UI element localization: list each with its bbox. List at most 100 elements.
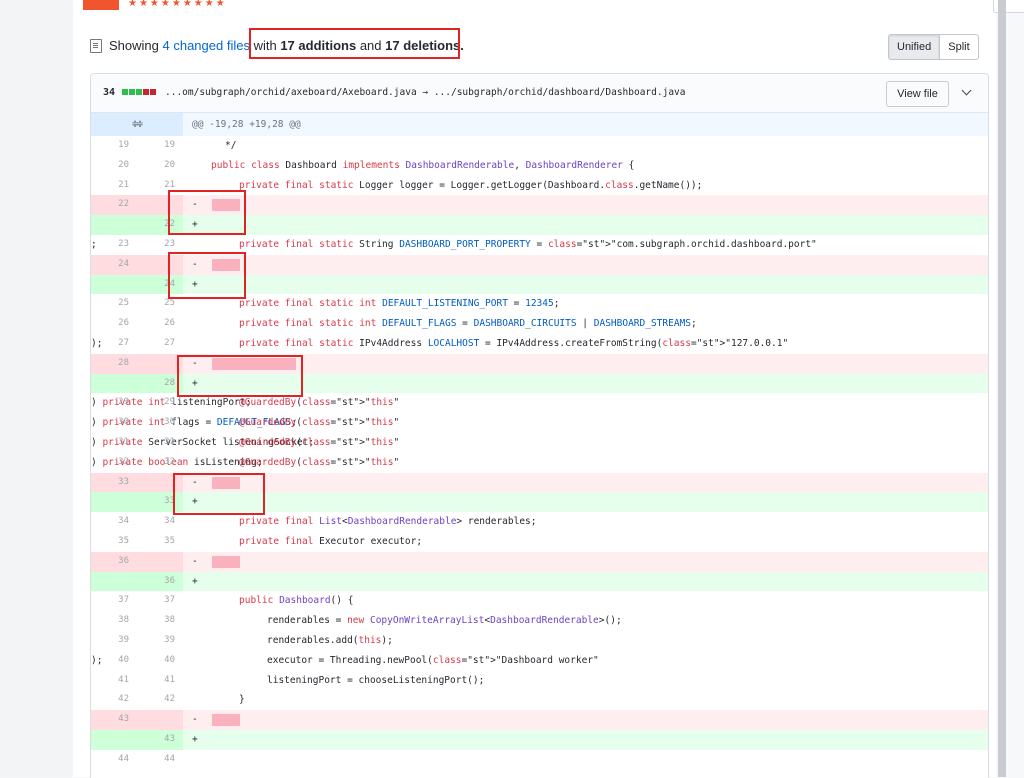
split-view-button[interactable]: Split — [940, 35, 977, 59]
diffstat-bars — [122, 89, 156, 95]
new-line-number[interactable]: 39 — [137, 631, 175, 651]
context-line: 31 31 @GuardedBy(class="st">"this") privat… — [91, 433, 988, 453]
code-text: @GuardedBy(class="st">"this" — [239, 456, 400, 468]
new-line-number[interactable]: 32 — [137, 453, 175, 473]
new-line-number[interactable]: 33 — [137, 492, 175, 512]
redacted-content — [212, 714, 240, 727]
old-line-number[interactable]: 19 — [91, 136, 129, 156]
new-line-number[interactable]: 41 — [137, 671, 175, 691]
new-line-number[interactable]: 44 — [137, 750, 175, 770]
file-diff-icon — [90, 38, 102, 53]
changed-files-link[interactable]: 4 changed files — [163, 38, 250, 53]
code-text: private final static int DEFAULT_FLAGS =… — [239, 318, 697, 330]
new-line-number[interactable]: 28 — [137, 374, 175, 394]
new-line-number[interactable]: 29 — [137, 393, 175, 413]
code-text: renderables = new CopyOnWriteArrayList<D… — [267, 615, 622, 627]
old-line-number[interactable]: 30 — [91, 413, 129, 433]
old-line-number[interactable]: 22 — [91, 195, 129, 215]
rating-stars: ★★★★★★★★★ — [128, 0, 227, 9]
code-text: private final static String DASHBOARD_PO… — [239, 238, 817, 250]
context-line: 37 37 public Dashboard() { — [91, 591, 988, 611]
new-line-number[interactable]: 34 — [137, 512, 175, 532]
old-line-number[interactable]: 26 — [91, 314, 129, 334]
expand-icon[interactable]: ≑≑ — [91, 113, 183, 136]
addition-sign: + — [192, 575, 198, 587]
highlight-box — [173, 473, 265, 515]
code-text: @GuardedBy(class="st">"this" — [239, 436, 400, 448]
old-line-number[interactable]: 25 — [91, 294, 129, 314]
deleted-line: 43 - — [91, 710, 988, 730]
old-line-number[interactable]: 40 — [91, 651, 129, 671]
old-line-number[interactable]: 33 — [91, 473, 129, 493]
new-line-number[interactable]: 26 — [137, 314, 175, 334]
old-line-number[interactable]: 37 — [91, 591, 129, 611]
file-diff: 34 ...om/subgraph/orchid/axeboard/Axeboa… — [90, 73, 989, 778]
diffstat-block — [122, 89, 128, 95]
code-text: public Dashboard() { — [239, 595, 354, 607]
diffstat-block — [150, 89, 156, 95]
new-line-number[interactable]: 37 — [137, 591, 175, 611]
hunk-header: ≑≑ @@ -19,28 +19,28 @@ — [91, 113, 988, 136]
old-line-number[interactable]: 42 — [91, 690, 129, 710]
old-line-number[interactable]: 31 — [91, 433, 129, 453]
old-line-number[interactable]: 36 — [91, 552, 129, 572]
highlight-box — [177, 355, 303, 397]
context-line: 27 27 private final static IPv4Address LOC… — [91, 334, 988, 354]
addition-sign: + — [192, 733, 198, 745]
new-line-number[interactable]: 31 — [137, 433, 175, 453]
context-line: 41 41 listeningPort = chooseListeningPort(… — [91, 671, 988, 691]
new-line-number[interactable]: 43 — [137, 730, 175, 750]
context-line: 30 30 @GuardedBy(class="st">"this") privat… — [91, 413, 988, 433]
new-line-number[interactable]: 19 — [137, 136, 175, 156]
old-line-number[interactable]: 24 — [91, 255, 129, 275]
new-line-number[interactable]: 30 — [137, 413, 175, 433]
old-line-number[interactable]: 21 — [91, 176, 129, 196]
deletion-sign: - — [192, 555, 198, 567]
old-line-number[interactable]: 27 — [91, 334, 129, 354]
code-text: private final static Logger logger = Log… — [239, 179, 703, 191]
code-text: executor = Threading.newPool(class="st">… — [267, 654, 599, 666]
diffstat-block — [129, 89, 135, 95]
code-text: renderables.add(this); — [267, 634, 393, 646]
old-line-number[interactable]: 32 — [91, 453, 129, 473]
context-line: 34 34 private final List<DashboardRenderab… — [91, 512, 988, 532]
old-line-number[interactable]: 44 — [91, 750, 129, 770]
new-line-number[interactable]: 20 — [137, 156, 175, 176]
old-line-number[interactable]: 39 — [91, 631, 129, 651]
deleted-line: 36 - — [91, 551, 988, 572]
old-line-number[interactable]: 41 — [91, 671, 129, 691]
view-file-button[interactable]: View file — [886, 81, 949, 107]
chevron-down-icon[interactable] — [961, 85, 972, 96]
redacted-content — [212, 555, 240, 568]
unified-view-button[interactable]: Unified — [889, 35, 941, 59]
highlight-box — [168, 190, 246, 235]
code-text: listeningPort = chooseListeningPort(); — [267, 674, 485, 686]
context-line: 35 35 private final Executor executor; — [91, 532, 988, 552]
old-line-number[interactable]: 35 — [91, 532, 129, 552]
new-line-number[interactable]: 27 — [137, 334, 175, 354]
deletion-sign: - — [192, 714, 198, 726]
old-line-number[interactable]: 20 — [91, 156, 129, 176]
old-line-number[interactable]: 34 — [91, 512, 129, 532]
new-line-number[interactable]: 40 — [137, 651, 175, 671]
new-line-number[interactable]: 38 — [137, 611, 175, 631]
old-line-number[interactable]: 43 — [91, 710, 129, 730]
new-line-number[interactable]: 42 — [137, 690, 175, 710]
code-text: @GuardedBy(class="st">"this" — [239, 417, 400, 429]
diffstat-block — [143, 89, 149, 95]
old-line-number[interactable]: 28 — [91, 354, 129, 374]
code-text: private final static int DEFAULT_LISTENI… — [239, 298, 560, 310]
new-line-number[interactable]: 35 — [137, 532, 175, 552]
old-line-number[interactable]: 29 — [91, 393, 129, 413]
context-line: 42 42} — [91, 690, 988, 710]
old-line-number[interactable]: 38 — [91, 611, 129, 631]
context-line: 26 26 private final static int DEFAULT_FLA… — [91, 314, 988, 334]
new-line-number[interactable]: 36 — [137, 572, 175, 592]
summary-prefix: Showing — [109, 38, 159, 53]
left-gutter — [0, 0, 73, 777]
context-line: 40 40 executor = Threading.newPool(class="… — [91, 651, 988, 671]
old-line-number[interactable]: 23 — [91, 235, 129, 255]
context-line: 44 44 — [91, 750, 988, 770]
scrollbar[interactable] — [998, 0, 1006, 777]
logo — [83, 0, 119, 10]
